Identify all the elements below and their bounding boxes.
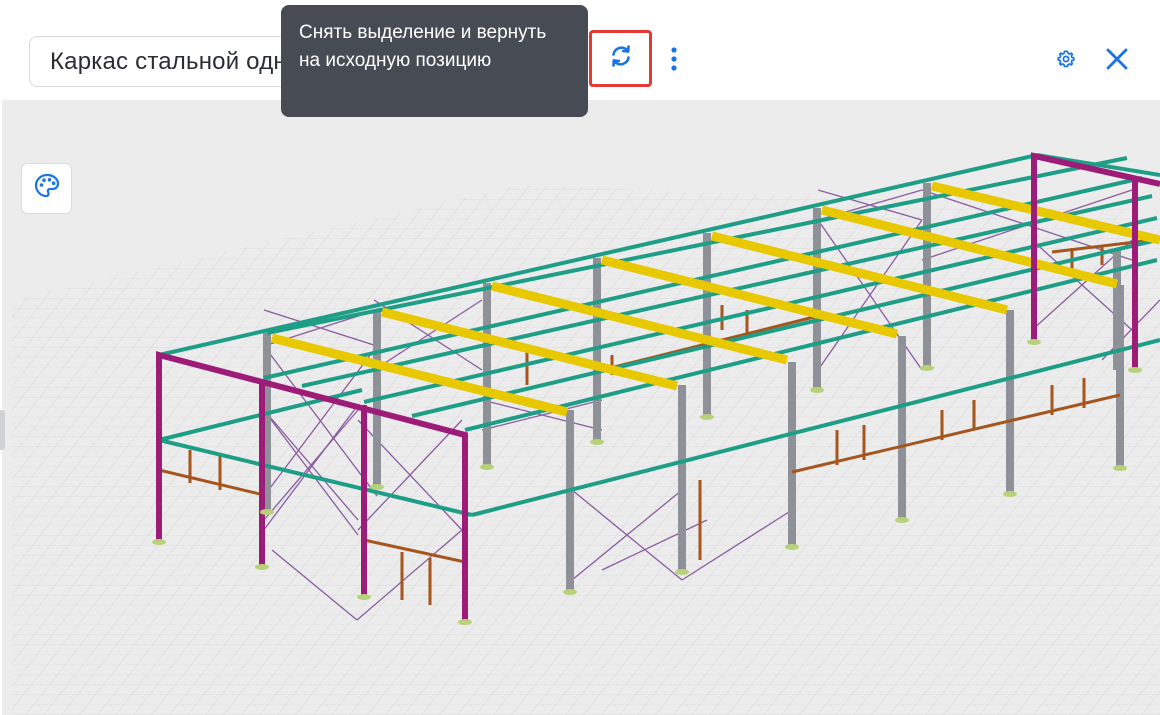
more-vertical-icon	[670, 46, 678, 77]
palette-icon	[33, 172, 61, 205]
settings-button[interactable]	[1050, 45, 1082, 77]
structure-model[interactable]	[2, 100, 1160, 715]
more-options-button[interactable]	[658, 44, 690, 78]
reset-view-button[interactable]	[589, 30, 652, 87]
close-icon	[1106, 48, 1128, 75]
gear-icon	[1056, 49, 1076, 74]
side-panel-handle[interactable]	[0, 410, 5, 450]
ground-grid	[12, 185, 1160, 715]
3d-viewport[interactable]	[2, 100, 1160, 715]
color-palette-button[interactable]	[21, 163, 72, 214]
reset-tooltip: Снять выделение и вернуть на исходную по…	[281, 5, 588, 117]
refresh-icon	[607, 42, 635, 75]
close-button[interactable]	[1100, 44, 1134, 78]
